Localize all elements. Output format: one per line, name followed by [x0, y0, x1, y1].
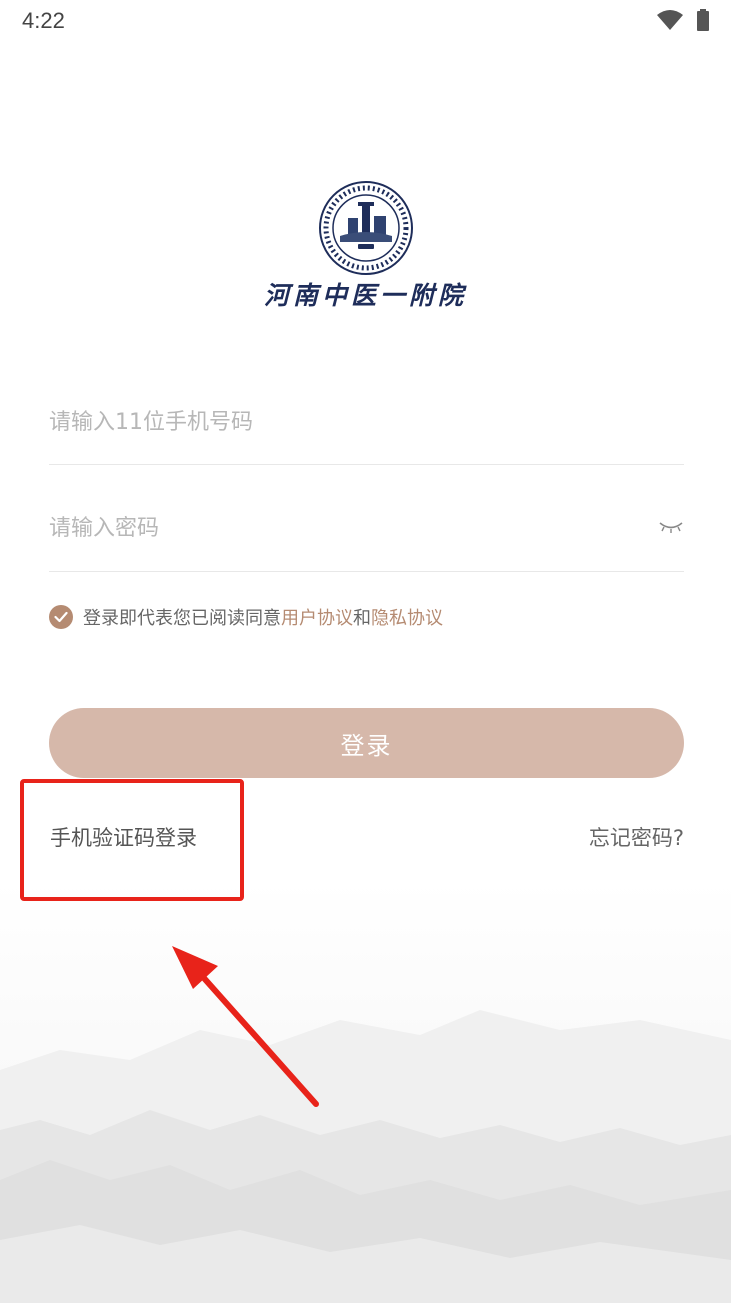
agreement-text: 登录即代表您已阅读同意: [83, 608, 281, 629]
mountain-background: [0, 880, 731, 1303]
annotation-highlight-box: [20, 779, 244, 901]
hospital-logo: [0, 180, 731, 276]
agreement-row: 登录即代表您已阅读同意 用户协议 和 隐私协议: [49, 604, 443, 630]
status-time: 4:22: [22, 8, 65, 33]
hospital-name: 河南中医一附院: [263, 281, 467, 310]
battery-icon: [697, 9, 709, 31]
forgot-password-link[interactable]: 忘记密码?: [589, 822, 684, 852]
eye-closed-icon[interactable]: [658, 520, 684, 534]
checkmark-icon[interactable]: [49, 605, 73, 629]
status-icons: [657, 9, 709, 31]
agreement-and: 和: [353, 608, 371, 629]
phone-input[interactable]: [49, 402, 609, 442]
user-agreement-link[interactable]: 用户协议: [281, 604, 353, 630]
status-bar: 4:22: [0, 0, 731, 44]
password-field-row: [49, 508, 684, 572]
login-button[interactable]: 登录: [49, 708, 684, 778]
privacy-agreement-link[interactable]: 隐私协议: [371, 604, 443, 630]
wifi-icon: [657, 10, 683, 30]
hospital-seal-icon: [318, 181, 413, 275]
phone-field-row: [49, 402, 684, 465]
password-input[interactable]: [49, 508, 609, 548]
